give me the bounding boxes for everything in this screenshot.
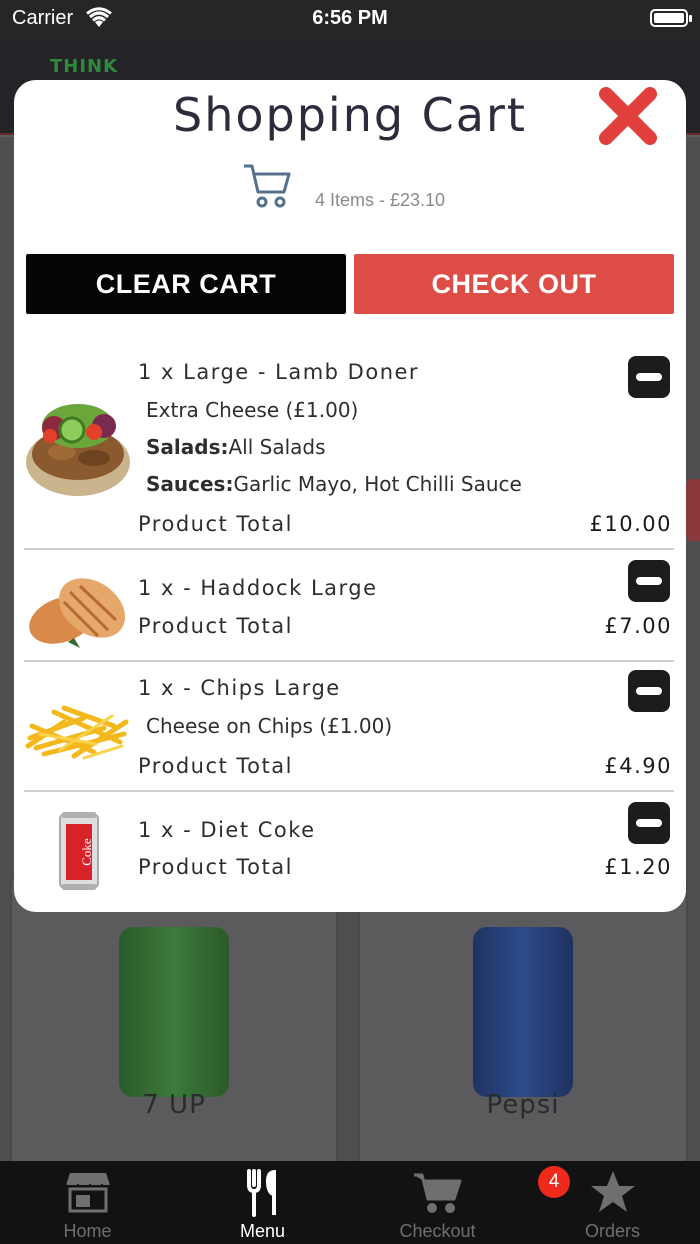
tab-checkout[interactable]: 4 Checkout: [350, 1161, 570, 1244]
pepsi-can-image: [473, 927, 573, 1097]
shopping-cart-modal: Shopping Cart 4 Items - £23.10 CLEAR CAR…: [14, 80, 686, 912]
sauces-label: Sauces:: [146, 472, 234, 496]
remove-item-button[interactable]: [628, 356, 670, 398]
side-tab: [686, 479, 700, 541]
tab-label: Home: [63, 1221, 112, 1241]
clock: 6:56 PM: [312, 7, 388, 29]
salads-value: All Salads: [228, 435, 326, 459]
remove-item-button[interactable]: [628, 670, 670, 712]
remove-item-button[interactable]: [628, 802, 670, 844]
haddock-image: [24, 566, 134, 657]
product-total-price: £7.00: [604, 614, 672, 638]
remove-item-button[interactable]: [628, 560, 670, 602]
product-total-label: Product Total: [138, 512, 293, 536]
modal-title: Shopping Cart: [173, 88, 527, 142]
product-name: 7 UP: [142, 1090, 206, 1120]
product-total-price: £4.90: [604, 754, 672, 778]
item-extra: Cheese on Chips (£1.00): [146, 714, 393, 738]
store-icon: [64, 1169, 112, 1218]
product-total-label: Product Total: [138, 754, 293, 778]
svg-text:Coke: Coke: [79, 838, 94, 866]
tab-label: Orders: [584, 1221, 640, 1241]
cart-item: 1 x - Haddock Large Product Total £7.00: [24, 550, 674, 662]
checkout-button[interactable]: CHECK OUT: [354, 254, 674, 314]
product-total-label: Product Total: [138, 855, 293, 879]
product-total-label: Product Total: [138, 614, 293, 638]
cart-icon: [242, 160, 292, 215]
seven-up-can-image: [119, 927, 229, 1097]
battery-icon: [650, 9, 692, 27]
tab-home[interactable]: Home: [0, 1161, 175, 1244]
tab-menu[interactable]: Menu: [175, 1161, 350, 1244]
item-sauces: Sauces:Garlic Mayo, Hot Chilli Sauce: [146, 472, 522, 496]
product-card[interactable]: Pepsi: [358, 877, 688, 1167]
item-title: 1 x - Diet Coke: [138, 818, 316, 842]
item-title: 1 x - Chips Large: [138, 676, 341, 700]
app-logo: THINK: [50, 56, 119, 77]
item-title: 1 x - Haddock Large: [138, 576, 378, 600]
item-extra: Extra Cheese (£1.00): [146, 398, 359, 422]
diet-coke-image: Coke: [56, 810, 102, 897]
cart-item: Coke 1 x - Diet Coke Product Total £1.20: [24, 792, 674, 902]
clear-cart-button[interactable]: CLEAR CART: [26, 254, 346, 314]
chips-image: [24, 698, 130, 769]
star-icon: [589, 1169, 637, 1220]
close-icon[interactable]: [596, 84, 660, 148]
tab-label: Menu: [239, 1221, 286, 1241]
item-salads: Salads:All Salads: [146, 435, 326, 459]
salads-label: Salads:: [146, 435, 229, 459]
status-bar: Carrier 6:56 PM: [0, 0, 700, 40]
sauces-value: Garlic Mayo, Hot Chilli Sauce: [233, 472, 522, 496]
product-card[interactable]: 7 UP: [10, 877, 338, 1167]
tab-orders[interactable]: Orders: [525, 1161, 700, 1244]
cart-summary-text: 4 Items - £23.10: [315, 190, 446, 210]
product-total-price: £10.00: [589, 512, 672, 536]
cart-icon: [412, 1169, 464, 1220]
cart-item: 1 x Large - Lamb Doner Extra Cheese (£1.…: [24, 350, 674, 550]
tab-label: Checkout: [399, 1221, 476, 1241]
cart-item: 1 x - Chips Large Cheese on Chips (£1.00…: [24, 662, 674, 792]
doner-kebab-image: [24, 392, 132, 507]
tab-bar: Home Menu 4 Checkout Orders: [0, 1161, 700, 1244]
product-name: Pepsi: [486, 1090, 560, 1120]
item-title: 1 x Large - Lamb Doner: [138, 360, 420, 384]
product-total-price: £1.20: [604, 855, 672, 879]
cutlery-icon: [243, 1169, 283, 1222]
